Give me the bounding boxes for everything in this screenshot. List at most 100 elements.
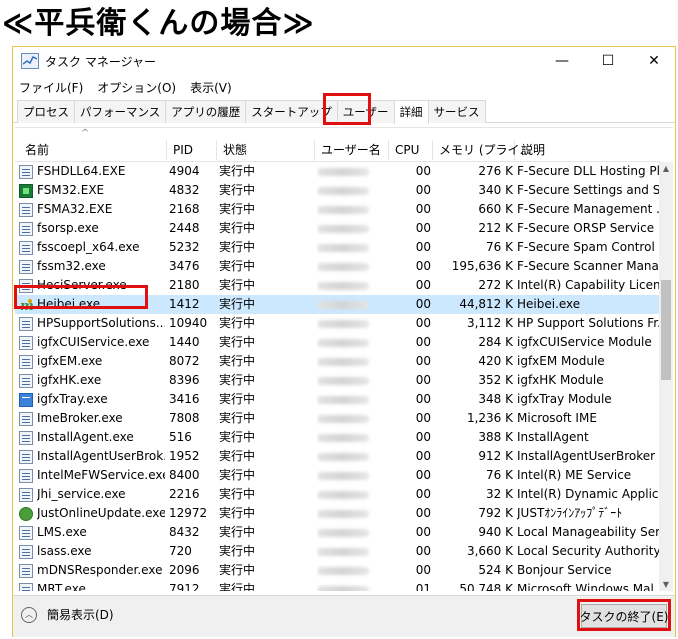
vertical-scrollbar[interactable]: ▲ ▼ [659,162,673,591]
table-row[interactable]: lsass.exe 720 実行中 00 3,660 K Local Security A… [15,542,661,561]
process-name-cell[interactable]: m Heibei.exe [19,295,165,314]
user-cell-redacted [317,466,387,485]
table-row[interactable]: fssm32.exe 3476 実行中 00 195,636 K F-Secure Sca… [15,257,661,276]
process-name-cell[interactable]: fssm32.exe [19,257,165,276]
process-name: FSHDLL64.EXE [37,164,126,178]
table-row[interactable]: ImeBroker.exe 7808 実行中 00 1,236 K Microsoft I… [15,409,661,428]
process-name-cell[interactable]: Jhi_service.exe [19,485,165,504]
col-memory[interactable]: メモリ (プライ... [433,140,531,160]
table-row[interactable]: Jhi_service.exe 2216 実行中 00 32 K Intel(R) Dyn… [15,485,661,504]
col-pid[interactable]: PID [167,140,217,160]
status-cell: 実行中 [219,316,256,330]
table-row[interactable]: mDNSResponder.exe 2096 実行中 00 524 K Bonjour S… [15,561,661,580]
tab-app-history[interactable]: アプリの履歴 [165,100,247,123]
sort-up-icon[interactable]: ^ [81,128,89,139]
col-cpu[interactable]: CPU [389,140,433,160]
fsecure-icon [19,183,33,198]
process-name: Jhi_service.exe [37,487,126,501]
scroll-down-icon[interactable]: ▼ [659,578,673,591]
tab-startup[interactable]: スタートアップ [245,100,338,123]
process-name-cell[interactable]: igfxTray.exe [19,390,165,409]
menu-file[interactable]: ファイル(F) [19,79,83,96]
process-name-cell[interactable]: IntelMeFWService.exe [19,466,165,485]
memory-cell: 388 K [478,430,513,444]
close-button[interactable]: ✕ [631,47,677,75]
table-row[interactable]: m Heibei.exe 1412 実行中 00 44,812 K Heibei.exe [15,295,661,314]
table-row[interactable]: InstallAgent.exe 516 実行中 00 388 K InstallAgen… [15,428,661,447]
scroll-up-icon[interactable]: ▲ [659,162,673,176]
table-row[interactable]: igfxTray.exe 3416 実行中 00 348 K igfxTray Modul… [15,390,661,409]
cpu-cell: 00 [415,259,431,273]
user-cell-redacted [317,200,387,219]
table-row[interactable]: IntelMeFWService.exe 8400 実行中 00 76 K Intel(R… [15,466,661,485]
tab-services[interactable]: サービス [427,100,486,123]
process-name-cell[interactable]: InstallAgentUserBrok... [19,447,165,466]
process-name-cell[interactable]: FSM32.EXE [19,181,165,200]
table-row[interactable]: fsscoepl_x64.exe 5232 実行中 00 76 K F-Secure Sp… [15,238,661,257]
tab-details[interactable]: 詳細 [393,100,429,124]
process-name-cell[interactable]: LMS.exe [19,523,165,542]
table-row[interactable]: JustOnlineUpdate.exe 12972 実行中 00 792 K JUSTｵ… [15,504,661,523]
description-cell: Microsoft Windows Mal... [517,582,661,591]
fewer-details-toggle[interactable]: ︿ 簡易表示(D) [21,606,114,623]
menu-options[interactable]: オプション(O) [97,79,176,96]
chevron-up-icon[interactable]: ︿ [21,606,37,623]
table-row[interactable]: InstallAgentUserBrok... 1952 実行中 00 912 K Ins… [15,447,661,466]
col-name[interactable]: 名前 [19,140,167,160]
minimize-button[interactable]: — [539,47,585,75]
process-name-cell[interactable]: igfxEM.exe [19,352,165,371]
process-name-cell[interactable]: JustOnlineUpdate.exe [19,504,165,523]
fewer-details-label[interactable]: 簡易表示(D) [47,606,114,623]
tab-processes[interactable]: プロセス [17,100,75,123]
process-name-cell[interactable]: FSHDLL64.EXE [19,162,165,181]
process-name-cell[interactable]: ImeBroker.exe [19,409,165,428]
table-row[interactable]: fsorsp.exe 2448 実行中 00 212 K F-Secure ORSP Se… [15,219,661,238]
end-task-button[interactable]: タスクの終了(E) [580,604,668,628]
table-row[interactable]: igfxCUIService.exe 1440 実行中 00 284 K igfxCUIS… [15,333,661,352]
status-cell: 実行中 [219,563,256,577]
memory-cell: 1,236 K [466,411,513,425]
tab-users[interactable]: ユーザー [336,100,395,123]
menu-view[interactable]: 表示(V) [190,79,232,96]
process-name-cell[interactable]: FSMA32.EXE [19,200,165,219]
table-row[interactable]: igfxHK.exe 8396 実行中 00 352 K igfxHK Module [15,371,661,390]
process-name: HeciServer.exe [37,278,127,292]
status-cell: 実行中 [219,449,256,463]
pid-cell: 1440 [169,335,200,349]
process-name-cell[interactable]: MRT.exe [19,580,165,591]
process-name-cell[interactable]: igfxHK.exe [19,371,165,390]
cpu-cell: 00 [415,354,431,368]
pid-cell: 4904 [169,164,200,178]
memory-cell: 76 K [486,240,513,254]
process-name-cell[interactable]: igfxCUIService.exe [19,333,165,352]
col-status[interactable]: 状態 [217,140,315,160]
process-name-cell[interactable]: fsscoepl_x64.exe [19,238,165,257]
app-icon [19,582,33,591]
table-row[interactable]: MRT.exe 7912 実行中 01 50,748 K Microsoft Window… [15,580,661,591]
description-cell: F-Secure ORSP Service [517,221,655,235]
table-row[interactable]: HPSupportSolutions... 10940 実行中 00 3,112 K HP… [15,314,661,333]
process-name-cell[interactable]: InstallAgent.exe [19,428,165,447]
col-description[interactable]: 説明 [515,140,661,160]
task-manager-window: タスク マネージャー — ☐ ✕ ファイル(F) オプション(O) 表示(V) … [12,46,676,637]
tab-performance[interactable]: パフォーマンス [74,100,167,123]
cpu-cell: 00 [415,373,431,387]
description-cell: igfxTray Module [517,392,612,406]
process-name-cell[interactable]: mDNSResponder.exe [19,561,165,580]
table-row[interactable]: igfxEM.exe 8072 実行中 00 420 K igfxEM Module [15,352,661,371]
process-name-cell[interactable]: fsorsp.exe [19,219,165,238]
table-row[interactable]: FSM32.EXE 4832 実行中 00 340 K F-Secure Settings… [15,181,661,200]
table-row[interactable]: LMS.exe 8432 実行中 00 940 K Local Manageability… [15,523,661,542]
process-name-cell[interactable]: lsass.exe [19,542,165,561]
status-cell: 実行中 [219,430,256,444]
title-bar[interactable]: タスク マネージャー — ☐ ✕ [13,47,675,75]
col-user[interactable]: ユーザー名 [315,140,389,160]
table-row[interactable]: HeciServer.exe 2180 実行中 00 272 K Intel(R) Cap… [15,276,661,295]
table-row[interactable]: FSMA32.EXE 2168 実行中 00 660 K F-Secure Managem… [15,200,661,219]
process-name-cell[interactable]: HPSupportSolutions... [19,314,165,333]
process-name-cell[interactable]: HeciServer.exe [19,276,165,295]
table-row[interactable]: FSHDLL64.EXE 4904 実行中 00 276 K F-Secure DLL H… [15,162,661,181]
maximize-button[interactable]: ☐ [585,47,631,75]
scroll-thumb[interactable] [661,280,671,380]
memory-cell: 32 K [486,487,513,501]
